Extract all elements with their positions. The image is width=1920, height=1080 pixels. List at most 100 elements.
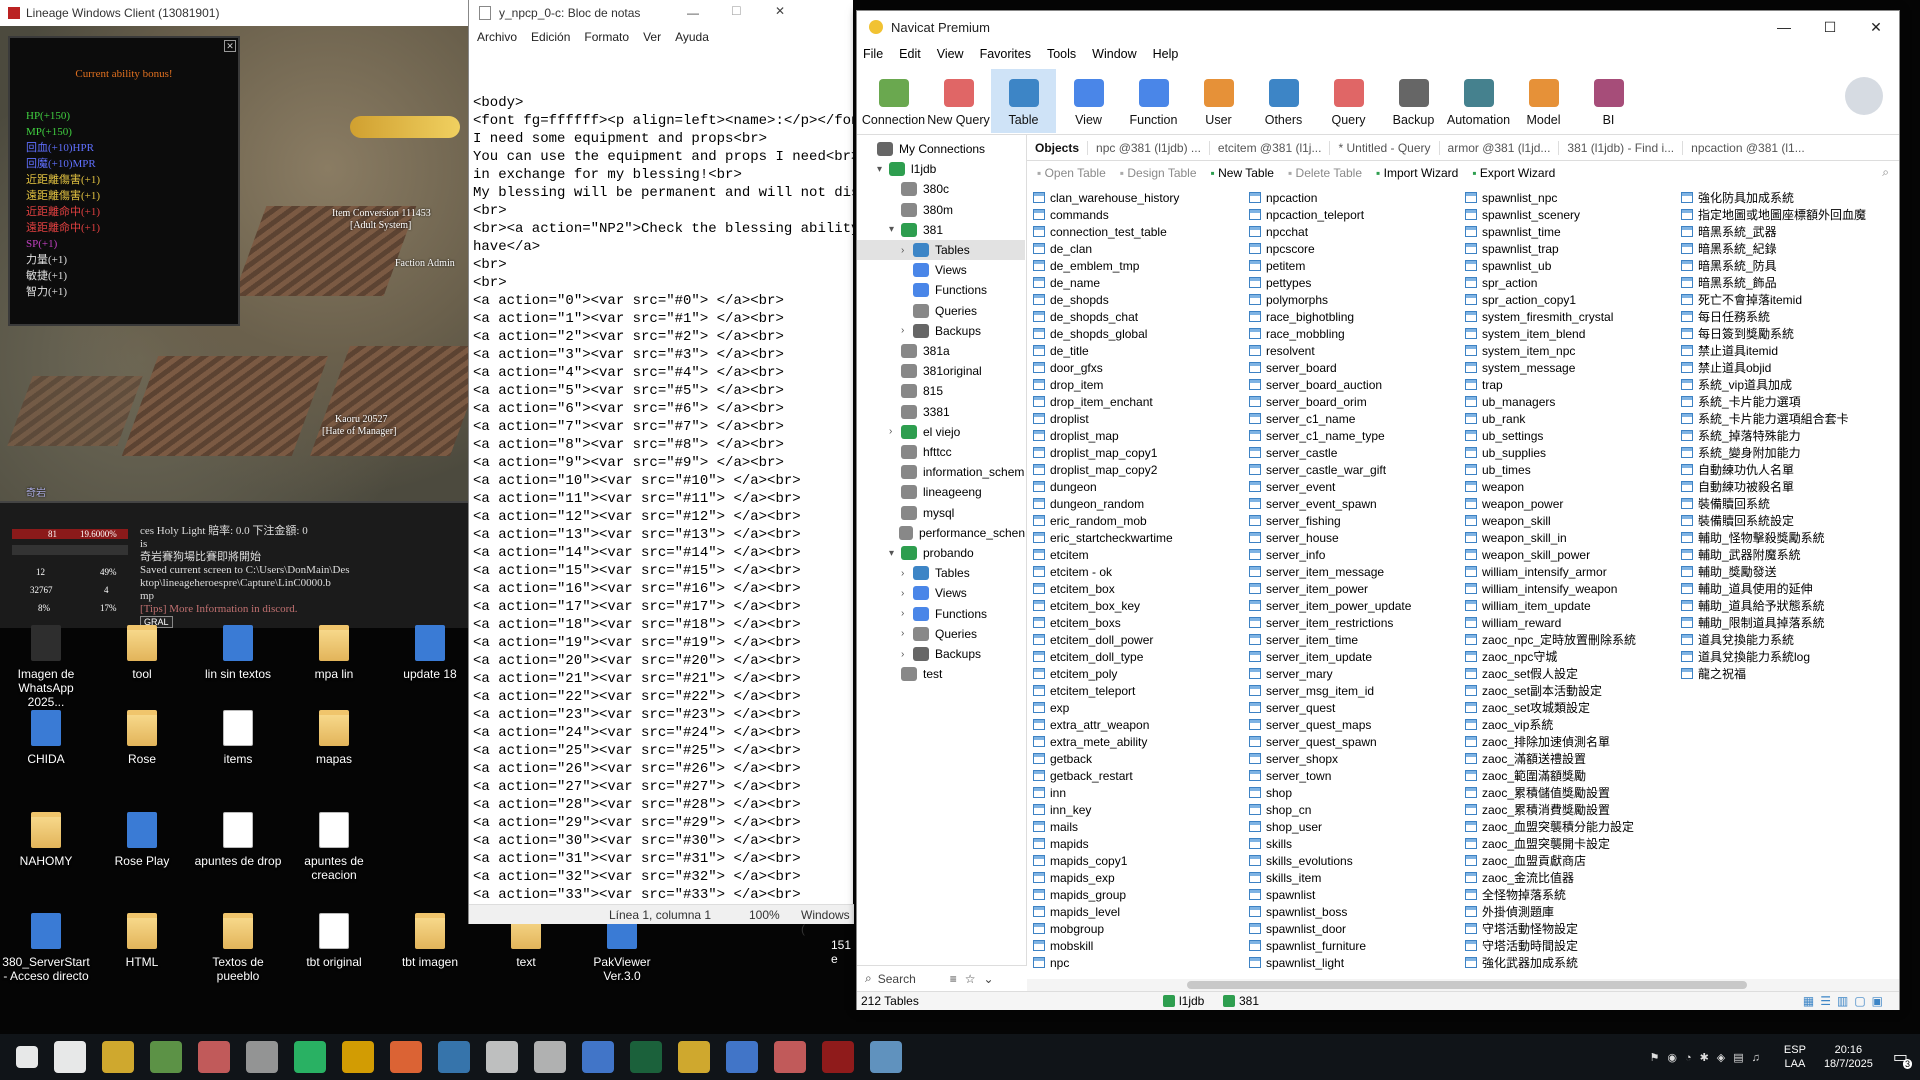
filter-icon[interactable]: ≡: [950, 972, 957, 986]
table-item[interactable]: drop_item: [1033, 376, 1243, 393]
table-item[interactable]: server_event: [1249, 478, 1459, 495]
object-tab[interactable]: Objects: [1027, 141, 1087, 155]
chevron-right-icon[interactable]: ›: [901, 245, 913, 256]
table-item[interactable]: shop_user: [1249, 818, 1459, 835]
menu-window[interactable]: Window: [1092, 47, 1136, 61]
table-item[interactable]: zaoc_滿額送禮設置: [1465, 750, 1675, 767]
table-item[interactable]: etcitem_teleport: [1033, 682, 1243, 699]
table-item[interactable]: server_board: [1249, 359, 1459, 376]
table-item[interactable]: 守塔活動怪物設定: [1465, 920, 1675, 937]
table-item[interactable]: mobskill: [1033, 937, 1243, 954]
table-item[interactable]: ub_supplies: [1465, 444, 1675, 461]
desktop-icon[interactable]: Imagen de WhatsApp 2025...: [0, 625, 92, 709]
toolbar-table-button[interactable]: Table: [991, 69, 1056, 133]
table-item[interactable]: skills_item: [1249, 869, 1459, 886]
table-item[interactable]: mapids_copy1: [1033, 852, 1243, 869]
table-item[interactable]: server_item_power: [1249, 580, 1459, 597]
open-table-button[interactable]: ▪ Open Table: [1037, 166, 1106, 180]
object-tab[interactable]: 381 (l1jdb) - Find i...: [1558, 140, 1682, 155]
search-icon[interactable]: [54, 1041, 86, 1073]
table-item[interactable]: shop_cn: [1249, 801, 1459, 818]
delete-table-button[interactable]: ▪ Delete Table: [1288, 166, 1362, 180]
app-icon[interactable]: [150, 1041, 182, 1073]
toolbar-query-button[interactable]: Query: [1316, 69, 1381, 133]
table-item[interactable]: de_shopds_chat: [1033, 308, 1243, 325]
table-item[interactable]: door_gfxs: [1033, 359, 1243, 376]
table-item[interactable]: server_castle_war_gift: [1249, 461, 1459, 478]
table-item[interactable]: droplist_map: [1033, 427, 1243, 444]
table-item[interactable]: server_item_power_update: [1249, 597, 1459, 614]
tree-item[interactable]: › Backups: [857, 644, 1025, 664]
table-item[interactable]: server_quest_maps: [1249, 716, 1459, 733]
table-item[interactable]: npcchat: [1249, 223, 1459, 240]
tree-item[interactable]: › Views: [857, 583, 1025, 603]
table-item[interactable]: de_shopds_global: [1033, 325, 1243, 342]
table-item[interactable]: connection_test_table: [1033, 223, 1243, 240]
table-item[interactable]: 死亡不會掉落itemid: [1681, 291, 1891, 308]
tree-item[interactable]: 381original: [857, 361, 1025, 381]
table-item[interactable]: etcitem_doll_power: [1033, 631, 1243, 648]
menu-archivo[interactable]: Archivo: [477, 30, 517, 44]
table-item[interactable]: server_mary: [1249, 665, 1459, 682]
table-item[interactable]: 禁止道具itemid: [1681, 342, 1891, 359]
table-item[interactable]: zaoc_血盟突襲開卡設定: [1465, 835, 1675, 852]
table-item[interactable]: de_clan: [1033, 240, 1243, 257]
menu-help[interactable]: Help: [1153, 47, 1179, 61]
table-item[interactable]: npc: [1033, 954, 1243, 971]
chevron-down-icon[interactable]: ▾: [889, 548, 901, 559]
table-item[interactable]: 自動練功仇人名單: [1681, 461, 1891, 478]
table-item[interactable]: william_intensify_weapon: [1465, 580, 1675, 597]
table-item[interactable]: exp: [1033, 699, 1243, 716]
table-item[interactable]: spr_action_copy1: [1465, 291, 1675, 308]
table-item[interactable]: spawnlist_door: [1249, 920, 1459, 937]
chrome-icon[interactable]: [342, 1041, 374, 1073]
table-item[interactable]: getback: [1033, 750, 1243, 767]
tray-icons[interactable]: ⚑◉◔✱◈▤♫: [1649, 1051, 1767, 1064]
notepad-text-area[interactable]: <body> <font fg=ffffff><p align=left><na…: [473, 94, 853, 902]
table-item[interactable]: etcitem_poly: [1033, 665, 1243, 682]
brave-icon[interactable]: [198, 1041, 230, 1073]
desktop-icon[interactable]: tool: [96, 625, 188, 681]
table-item[interactable]: 系統_卡片能力選項組合套卡: [1681, 410, 1891, 427]
table-item[interactable]: zaoc_npc_定時放置刪除系統: [1465, 631, 1675, 648]
tree-item[interactable]: 380m: [857, 200, 1025, 220]
tree-item[interactable]: 3381: [857, 402, 1025, 422]
tree-item[interactable]: Views: [857, 260, 1025, 280]
export-wizard-button[interactable]: ▪ Export Wizard: [1472, 166, 1555, 180]
window-icon[interactable]: [582, 1041, 614, 1073]
notification-icon[interactable]: ▭ 3: [1893, 1047, 1912, 1069]
desktop-icon[interactable]: apuntes de drop: [192, 812, 284, 868]
table-item[interactable]: spawnlist_time: [1465, 223, 1675, 240]
table-item[interactable]: race_mobbling: [1249, 325, 1459, 342]
table-item[interactable]: de_name: [1033, 274, 1243, 291]
tree-item[interactable]: › el viejo: [857, 422, 1025, 442]
table-item[interactable]: mapids_level: [1033, 903, 1243, 920]
table-item[interactable]: etcitem_doll_type: [1033, 648, 1243, 665]
language-code[interactable]: ESP: [1784, 1043, 1806, 1057]
object-tab[interactable]: etcitem @381 (l1j...: [1208, 140, 1330, 155]
table-item[interactable]: system_item_npc: [1465, 342, 1675, 359]
navicat-titlebar[interactable]: Navicat Premium — ☐ ✕: [857, 11, 1899, 43]
horizontal-scrollbar[interactable]: [1027, 979, 1899, 991]
chevron-right-icon[interactable]: ›: [901, 325, 913, 336]
toolbar-view-button[interactable]: View: [1056, 69, 1121, 133]
chevron-right-icon[interactable]: ›: [901, 588, 913, 599]
table-item[interactable]: weapon_skill: [1465, 512, 1675, 529]
tree-item[interactable]: › Tables: [857, 563, 1025, 583]
table-item[interactable]: server_item_message: [1249, 563, 1459, 580]
table-item[interactable]: 每日任務系統: [1681, 308, 1891, 325]
table-item[interactable]: clan_warehouse_history: [1033, 189, 1243, 206]
explorer-icon[interactable]: [102, 1041, 134, 1073]
table-item[interactable]: zaoc_排除加速偵測名單: [1465, 733, 1675, 750]
table-item[interactable]: weapon_skill_in: [1465, 529, 1675, 546]
toolbar-others-button[interactable]: Others: [1251, 69, 1316, 133]
menu-favorites[interactable]: Favorites: [980, 47, 1031, 61]
table-item[interactable]: william_reward: [1465, 614, 1675, 631]
chevron-down-icon[interactable]: ▾: [877, 164, 889, 175]
table-item[interactable]: dungeon: [1033, 478, 1243, 495]
table-item[interactable]: mapids_group: [1033, 886, 1243, 903]
table-item[interactable]: zaoc_金流比值器: [1465, 869, 1675, 886]
chevron-right-icon[interactable]: ›: [901, 608, 913, 619]
table-item[interactable]: 暗黑系統_防具: [1681, 257, 1891, 274]
object-tab[interactable]: npc @381 (l1jdb) ...: [1087, 140, 1209, 155]
